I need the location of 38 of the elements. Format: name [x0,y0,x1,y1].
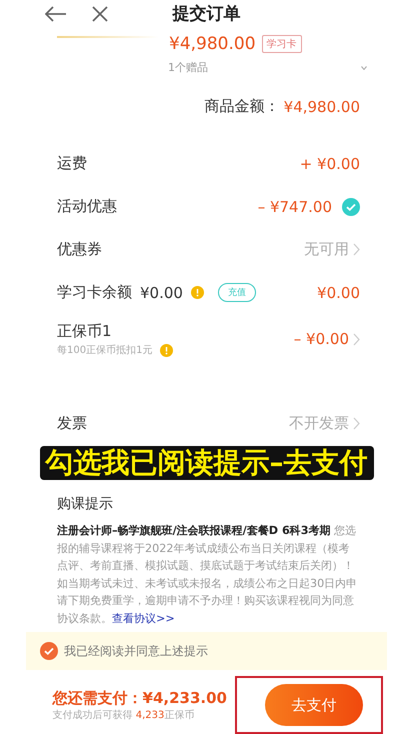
balance-value: ¥0.00 [140,284,183,302]
chevron-right-icon [353,332,360,346]
info-icon [190,286,204,299]
row-hint: 每100正保币抵扣1元 [57,344,152,356]
product-tag: 学习卡 [262,35,302,53]
page-title: 提交订单 [171,3,242,25]
reward-text: 支付成功后可获得 4,233正保币 [52,708,194,722]
info-icon [160,344,174,356]
row-label: 发票 [57,414,87,433]
row-label: 活动优惠 [57,197,117,216]
row-value[interactable]: 不开发票 [289,414,349,433]
row-value: – ¥747.00 [258,198,332,216]
agree-label: 我已经阅读并同意上述提示 [64,642,208,660]
subtotal-value: ¥4,980.00 [284,98,360,116]
subtotal-label: 商品金额： [204,97,280,116]
pay-amount: 您还需支付：¥4,233.00 [52,688,227,708]
notice-title: 购课提示 [57,495,114,513]
product-price: ¥4,980.00 [169,34,256,54]
row-label: 运费 [57,154,87,173]
agreement-link[interactable]: 查看协议>> [112,612,175,624]
chevron-right-icon [353,243,360,256]
notice-text: 注册会计师–畅学旗舰班/注会联报课程/套餐D 6科3考期 您选报的辅导课程将于2022年考试成绩公布当日关闭课程（模考点评、考前直播、模拟试题、摸底试题于考试结束后关闭）！如当期考试未过、未考试或未报名，成绩公布之日起30日内申请下期免费重学，逾期申请不予办理！购买该课程视同为同意协议条款。查看协议>> [57,523,358,626]
row-value: – ¥0.00 [294,330,349,348]
row-label: 正保币1 [57,322,113,340]
row-label: 学习卡余额 [57,283,132,302]
caption-text: 勾选我已阅读提示–去支付 [40,446,374,480]
row-value: + ¥0.00 [300,154,360,172]
row-value: ¥0.00 [317,284,360,302]
row-label: 优惠券 [57,240,102,259]
gift-count[interactable]: 1个赠品 [168,60,208,75]
pay-button[interactable]: 去支付 [265,684,363,726]
row-value[interactable]: 无可用 [304,240,349,259]
agree-bar[interactable]: 我已经阅读并同意上述提示 [26,632,387,670]
check-icon[interactable] [342,198,360,216]
chevron-down-icon[interactable] [361,66,367,70]
chevron-right-icon [353,417,360,430]
recharge-button[interactable]: 充值 [218,283,256,302]
check-icon[interactable] [40,642,58,660]
